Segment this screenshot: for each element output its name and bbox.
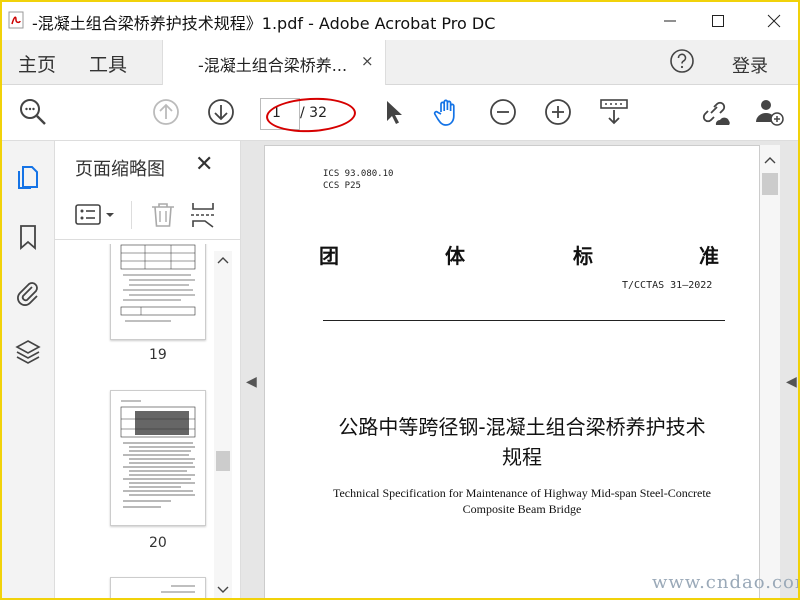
ics-code: ICS 93.080.10 (323, 169, 394, 179)
document-scrollbar[interactable] (760, 145, 780, 598)
collapse-left-panel-icon[interactable]: ◀ (246, 374, 257, 390)
help-icon[interactable] (669, 48, 695, 74)
tab-row: 主页 工具 -混凝土组合梁桥养... × 登录 (2, 40, 798, 85)
delete-trash-icon[interactable] (149, 201, 177, 229)
title-cn-line1: 公路中等跨径钢-混凝土组合梁桥养护技术 (338, 415, 706, 439)
thumbnail-list: 19 20 (55, 244, 223, 598)
standard-char: 体 (445, 244, 465, 268)
document-scrollbar-thumb[interactable] (762, 173, 778, 195)
page-20-preview (120, 400, 196, 508)
panel-toolbar (55, 191, 240, 240)
thumbnail-page-number: 19 (149, 347, 167, 363)
select-arrow-icon[interactable] (376, 95, 410, 129)
doc-scroll-up-icon[interactable] (764, 155, 776, 165)
standard-char: 团 (319, 244, 339, 268)
horizontal-rule (323, 320, 725, 321)
document-tab-close-button[interactable]: × (361, 52, 374, 70)
scroll-mode-icon[interactable] (597, 95, 631, 129)
toolbar-divider (131, 201, 132, 229)
thumbnail-scrollbar[interactable] (214, 251, 232, 598)
thumbnail-page-19[interactable] (110, 244, 206, 340)
close-window-button[interactable] (750, 2, 798, 40)
scroll-down-icon[interactable] (217, 585, 229, 595)
thumbnail-scrollbar-thumb[interactable] (216, 451, 230, 471)
next-page-icon[interactable] (204, 95, 238, 129)
thumbnail-panel: 页面缩略图 ✕ 19 20 (55, 141, 241, 598)
panel-title: 页面缩略图 (75, 159, 165, 180)
title-en-line2: Composite Beam Bridge (462, 502, 582, 516)
ccs-code: CCS P25 (323, 181, 361, 191)
bookmarks-icon[interactable] (15, 223, 41, 251)
document-title-cn: 公路中等跨径钢-混凝土组合梁桥养护技术 规程 (302, 412, 742, 472)
share-link-icon[interactable] (697, 95, 731, 129)
panel-close-button[interactable]: ✕ (195, 152, 213, 177)
tab-home[interactable]: 主页 (18, 50, 56, 77)
watermark-text: www.cndao.com (652, 572, 800, 593)
page-thumbnails-icon[interactable] (15, 163, 41, 191)
add-user-icon[interactable] (752, 95, 786, 129)
acrobat-app-icon (8, 11, 24, 29)
title-en-line1: Technical Specification for Maintenance … (332, 486, 712, 500)
attachments-paperclip-icon[interactable] (15, 279, 41, 307)
minimize-button[interactable] (646, 2, 694, 40)
pdf-page (264, 145, 760, 598)
title-cn-line2: 规程 (502, 445, 542, 469)
tab-tools[interactable]: 工具 (89, 50, 127, 77)
zoom-search-icon[interactable] (16, 95, 50, 129)
previous-page-icon[interactable] (149, 95, 183, 129)
zoom-out-icon[interactable] (486, 95, 520, 129)
title-bar: -混凝土组合梁桥养护技术规程》1.pdf - Adobe Acrobat Pro… (2, 2, 798, 40)
acrobat-window: -混凝土组合梁桥养护技术规程》1.pdf - Adobe Acrobat Pro… (0, 0, 800, 600)
zoom-in-icon[interactable] (541, 95, 575, 129)
thumbnail-page-21[interactable] (110, 577, 206, 598)
hand-tool-icon[interactable] (431, 95, 465, 129)
toolbar: 1 / 32 (2, 85, 798, 141)
document-title-en: Technical Specification for Maintenance … (302, 485, 742, 517)
maximize-icon (712, 15, 724, 27)
tab-document[interactable]: -混凝土组合梁桥养... × (162, 40, 386, 85)
standard-char: 标 (573, 244, 593, 268)
close-icon (767, 14, 781, 28)
layers-icon[interactable] (15, 337, 41, 365)
window-title: -混凝土组合梁桥养护技术规程》1.pdf - Adobe Acrobat Pro… (32, 14, 496, 33)
expand-right-panel-icon[interactable]: ◀ (786, 374, 797, 390)
page-19-preview (120, 244, 196, 322)
page-21-preview (161, 585, 195, 593)
document-tab-label: -混凝土组合梁桥养... (198, 56, 348, 75)
scroll-up-icon[interactable] (217, 255, 229, 265)
minimize-icon (664, 20, 676, 22)
standard-char: 准 (699, 244, 719, 268)
thumbnail-options-icon[interactable] (75, 203, 119, 227)
thumbnail-page-20[interactable] (110, 390, 206, 526)
login-button[interactable]: 登录 (732, 52, 768, 78)
maximize-button[interactable] (694, 2, 742, 40)
standard-code: T/CCTAS 31—2022 (622, 280, 713, 291)
insert-page-icon[interactable] (189, 201, 217, 229)
thumbnail-page-number: 20 (149, 535, 167, 551)
left-icon-rail (2, 141, 55, 598)
